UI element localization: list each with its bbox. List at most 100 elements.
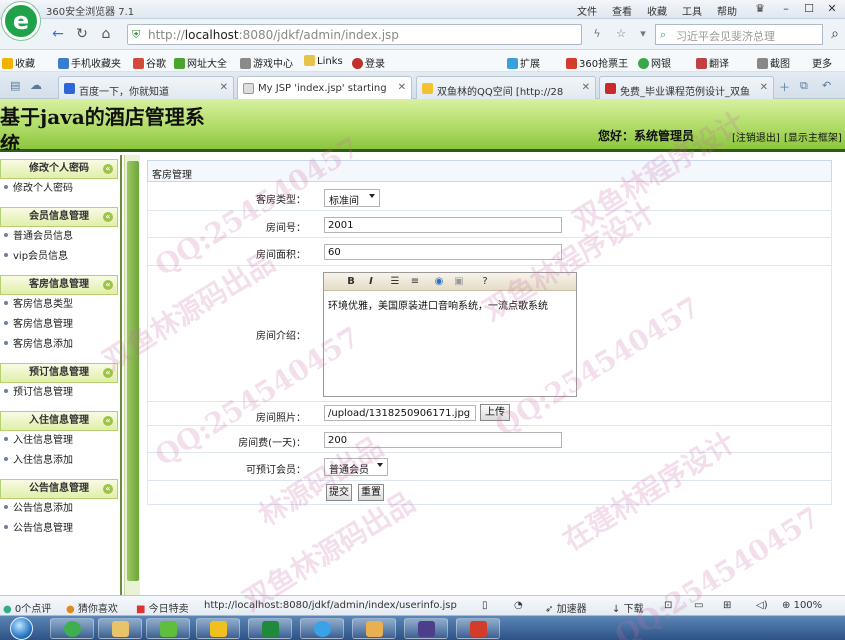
sidebar-group-notices[interactable]: 公告信息管理 « bbox=[0, 479, 118, 499]
taskbar-app-red[interactable] bbox=[456, 618, 500, 639]
ordered-list-icon[interactable]: ☰ bbox=[388, 275, 402, 289]
tab-list-icon[interactable]: ▤ bbox=[10, 79, 20, 92]
tab-close-icon[interactable]: ✕ bbox=[582, 82, 590, 93]
menu-tools[interactable]: 工具 bbox=[682, 3, 702, 18]
tab-close-icon[interactable]: ✕ bbox=[760, 82, 768, 93]
bookmark-games[interactable]: 游戏中心 bbox=[240, 55, 293, 70]
sidebar-item-room-types[interactable]: 客房信息类型 bbox=[0, 295, 120, 315]
taskbar-qq[interactable] bbox=[300, 618, 344, 639]
taskbar-excel[interactable] bbox=[248, 618, 292, 639]
taskbar-app-green[interactable] bbox=[146, 618, 190, 639]
sidebar-item-notice-add[interactable]: 公告信息添加 bbox=[0, 499, 120, 519]
sidebar-item-normal-members[interactable]: 普通会员信息 bbox=[0, 227, 120, 247]
menu-favorites[interactable]: 收藏 bbox=[647, 3, 667, 18]
collapse-icon[interactable]: « bbox=[103, 368, 113, 378]
taskbar-app[interactable] bbox=[352, 618, 396, 639]
bookmark-translate[interactable]: 翻译 bbox=[696, 55, 729, 70]
tab-baidu[interactable]: 百度一下，你就知道 ✕ bbox=[58, 76, 234, 99]
collapse-icon[interactable]: « bbox=[103, 280, 113, 290]
unordered-list-icon[interactable]: ≡ bbox=[408, 275, 422, 289]
fee-input[interactable]: 200 bbox=[324, 432, 562, 448]
refresh-icon[interactable]: ↻ bbox=[73, 25, 91, 43]
collapse-icon[interactable]: « bbox=[103, 416, 113, 426]
bookmark-login[interactable]: 登录 bbox=[352, 55, 385, 70]
area-input[interactable]: 60 bbox=[324, 244, 562, 260]
display-icon[interactable]: ⊡ bbox=[664, 600, 672, 611]
logout-link[interactable]: [注销退出] bbox=[732, 129, 780, 144]
bookmark-ticket[interactable]: 360抢票王 bbox=[566, 55, 628, 70]
speaker-icon[interactable]: ◁) bbox=[756, 600, 768, 611]
taskbar-eclipse[interactable] bbox=[404, 618, 448, 639]
skin-icon[interactable]: ♛ bbox=[752, 2, 768, 16]
bold-button[interactable]: B bbox=[344, 275, 358, 289]
sidebar-group-rooms[interactable]: 客房信息管理 « bbox=[0, 275, 118, 295]
maximize-icon[interactable]: ☐ bbox=[801, 2, 817, 16]
menu-help[interactable]: 帮助 bbox=[717, 3, 737, 18]
accelerator[interactable]: ➶ 加速器 bbox=[545, 600, 587, 615]
daily-deals[interactable]: ■ 今日特卖 bbox=[136, 600, 189, 615]
history-icon[interactable]: ◔ bbox=[514, 600, 523, 611]
taskbar-explorer[interactable] bbox=[98, 618, 142, 639]
review-count[interactable]: ● 0个点评 bbox=[3, 600, 51, 615]
menu-file[interactable]: 文件 bbox=[577, 3, 597, 18]
room-no-input[interactable]: 2001 bbox=[324, 217, 562, 233]
sidebar-group-members[interactable]: 会员信息管理 « bbox=[0, 207, 118, 227]
back-icon[interactable]: ← bbox=[49, 25, 67, 43]
taskbar-browser-360[interactable] bbox=[50, 618, 94, 639]
search-go-icon[interactable]: ⌕ bbox=[826, 25, 844, 43]
sidebar-scrollbar[interactable] bbox=[124, 155, 140, 595]
sidebar-item-room-manage[interactable]: 客房信息管理 bbox=[0, 315, 120, 335]
show-frame-link[interactable]: [显示主框架] bbox=[784, 129, 842, 144]
star-icon[interactable]: ☆ bbox=[612, 25, 630, 43]
start-button[interactable] bbox=[10, 617, 33, 640]
taskbar-app-yellow[interactable] bbox=[196, 618, 240, 639]
member-select[interactable]: 普通会员 bbox=[324, 458, 388, 476]
sidebar-item-room-add[interactable]: 客房信息添加 bbox=[0, 335, 120, 355]
sidebar-item-notice-manage[interactable]: 公告信息管理 bbox=[0, 519, 120, 539]
tab-free-course[interactable]: 免费_毕业课程范例设计_双鱼 ✕ bbox=[599, 76, 774, 99]
sidebar-item-booking-manage[interactable]: 预订信息管理 bbox=[0, 383, 120, 403]
upload-button[interactable]: 上传 bbox=[480, 404, 510, 421]
zoom-level[interactable]: ⊕ 100% bbox=[782, 600, 822, 611]
link-icon[interactable]: ◉ bbox=[432, 275, 446, 289]
dropdown-icon[interactable]: ▾ bbox=[634, 25, 652, 43]
cloud-icon[interactable]: ☁ bbox=[30, 78, 42, 92]
collapse-icon[interactable]: « bbox=[103, 484, 113, 494]
new-tab-icon[interactable]: ＋ bbox=[779, 79, 790, 95]
collapse-icon[interactable]: « bbox=[103, 212, 113, 222]
restore-tab-icon[interactable]: ⧉ bbox=[800, 79, 808, 93]
scrollbar-thumb[interactable] bbox=[127, 161, 139, 581]
flash-icon[interactable]: ϟ bbox=[588, 25, 606, 43]
sidebar-item-change-password[interactable]: 修改个人密码 bbox=[0, 179, 120, 199]
sidebar-group-checkin[interactable]: 入住信息管理 « bbox=[0, 411, 118, 431]
intro-rich-editor[interactable]: B I ☰ ≡ ◉ ▣ ? 环境优雅，美国原装进口音响系统，一流点歌系统 bbox=[323, 272, 577, 397]
bookmark-links[interactable]: Links bbox=[304, 55, 343, 67]
phone-icon[interactable]: ▯ bbox=[482, 600, 488, 611]
sidebar-group-bookings[interactable]: 预订信息管理 « bbox=[0, 363, 118, 383]
home-icon[interactable]: ⌂ bbox=[97, 25, 115, 43]
tab-close-icon[interactable]: ✕ bbox=[220, 82, 228, 93]
bookmark-screenshot[interactable]: 截图 bbox=[757, 55, 790, 70]
close-icon[interactable]: ✕ bbox=[824, 2, 840, 16]
bookmark-sites[interactable]: 网址大全 bbox=[174, 55, 227, 70]
bookmark-bank[interactable]: 网银 bbox=[638, 55, 671, 70]
sidebar-group-password[interactable]: 修改个人密码 « bbox=[0, 159, 118, 179]
tab-qq-space[interactable]: 双鱼林的QQ空间 [http://28 ✕ bbox=[416, 76, 596, 99]
bookmark-extensions[interactable]: 扩展 bbox=[507, 55, 540, 70]
bookmark-mobile[interactable]: 手机收藏夹 bbox=[58, 55, 121, 70]
undo-icon[interactable]: ↶ bbox=[822, 79, 831, 92]
room-type-select[interactable]: 标准间 bbox=[324, 189, 380, 207]
tab-close-icon[interactable]: ✕ bbox=[398, 82, 406, 93]
submit-button[interactable]: 提交 bbox=[326, 484, 352, 501]
url-input[interactable]: ⛨ http://localhost:8080/jdkf/admin/index… bbox=[127, 24, 582, 45]
help-icon[interactable]: ? bbox=[478, 275, 492, 289]
page-icon[interactable]: ▭ bbox=[694, 600, 703, 611]
minimize-icon[interactable]: – bbox=[778, 2, 794, 16]
download[interactable]: ↓ 下载 bbox=[612, 600, 644, 615]
bookmark-favorites[interactable]: 收藏 bbox=[2, 55, 35, 70]
italic-button[interactable]: I bbox=[364, 275, 378, 289]
sidebar-item-vip-members[interactable]: vip会员信息 bbox=[0, 247, 120, 267]
search-input[interactable]: ⌕ 习近平会见斐济总理 bbox=[655, 24, 823, 45]
bookmark-google[interactable]: 谷歌 bbox=[133, 55, 166, 70]
bookmark-more[interactable]: 更多 bbox=[812, 55, 832, 70]
